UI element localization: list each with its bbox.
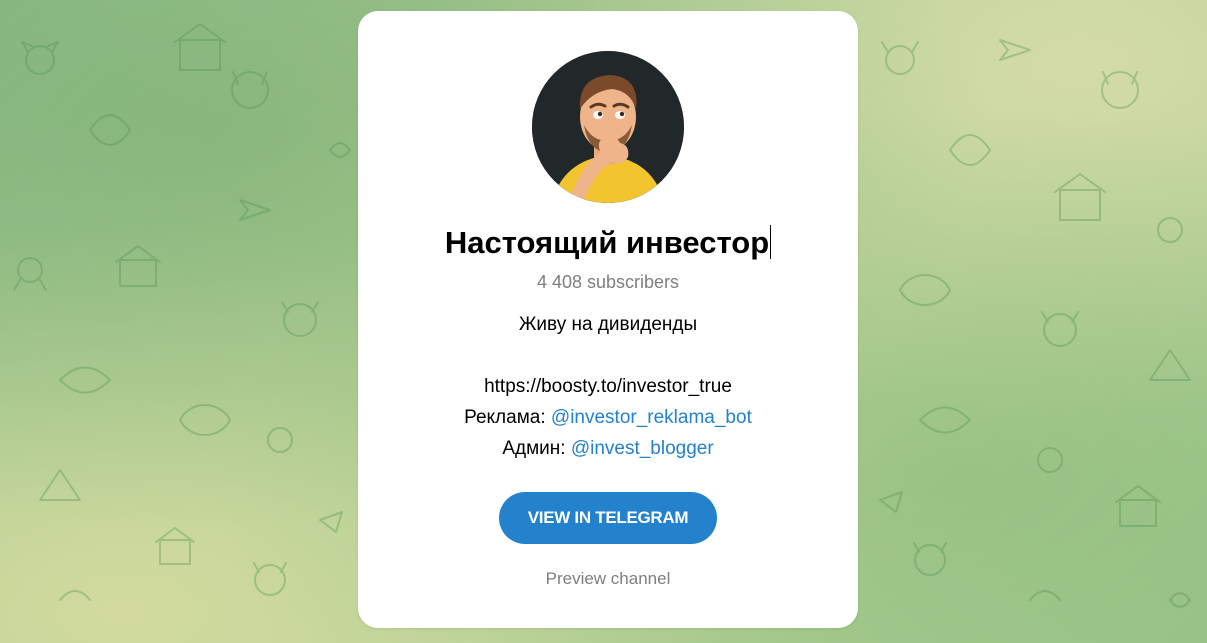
view-in-telegram-button[interactable]: VIEW IN TELEGRAM	[499, 492, 717, 544]
admin-label: Админ:	[502, 438, 571, 459]
text-cursor	[770, 225, 772, 259]
description-line-ad: Реклама: @investor_reklama_bot	[358, 402, 858, 433]
avatar-illustration-icon	[532, 51, 684, 203]
admin-link[interactable]: @invest_blogger	[571, 438, 714, 459]
channel-title-text: Настоящий инвестор	[444, 225, 770, 260]
ad-label: Реклама:	[464, 407, 551, 428]
channel-description: Живу на дивиденды https://boosty.to/inve…	[358, 309, 858, 464]
description-blank-line	[358, 340, 858, 371]
description-line-1: Живу на дивиденды	[518, 314, 698, 335]
channel-avatar	[532, 51, 684, 203]
ad-bot-link[interactable]: @investor_reklama_bot	[551, 407, 752, 428]
description-line-admin: Админ: @invest_blogger	[358, 433, 858, 464]
channel-card: Настоящий инвестор 4 408 subscribers Жив…	[358, 11, 858, 628]
subscriber-count: 4 408 subscribers	[536, 272, 680, 292]
channel-title: Настоящий инвестор	[358, 223, 858, 263]
description-line-boosty: https://boosty.to/investor_true	[484, 376, 732, 397]
preview-channel-link[interactable]: Preview channel	[358, 567, 858, 591]
